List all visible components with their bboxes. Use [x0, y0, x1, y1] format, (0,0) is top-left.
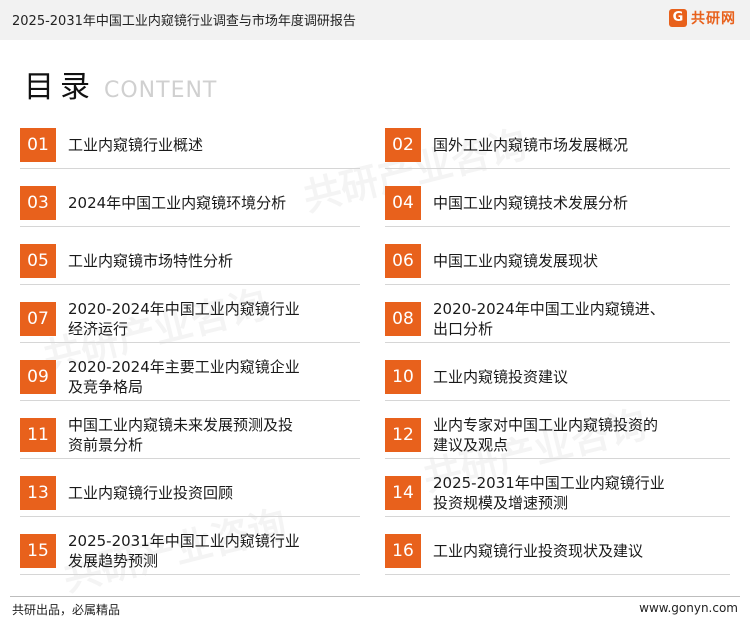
toc-item-divider: [20, 516, 360, 517]
toc-item-label-line: 工业内窥镜行业投资回顾: [68, 484, 234, 502]
toc-item-divider: [20, 400, 360, 401]
toc-item-05[interactable]: 05 工业内窥镜市场特性分析: [20, 242, 360, 285]
toc-item-label-line: 2020-2024年主要工业内窥镜企业: [68, 358, 300, 376]
toc-item-label-line: 2020-2024年中国工业内窥镜进、: [433, 300, 665, 318]
toc-item-12[interactable]: 12 业内专家对中国工业内窥镜投资的 建议及观点: [385, 415, 730, 459]
toc-item-label: 工业内窥镜市场特性分析: [68, 251, 233, 271]
toc-item-number: 02: [385, 128, 421, 162]
page-footer: 共研出品，必属精品 www.gonyn.com: [0, 596, 750, 622]
toc-item-number: 12: [385, 418, 421, 452]
toc-item-divider: [385, 168, 730, 169]
toc-item-divider: [20, 574, 360, 575]
brand-logo: G 共研网: [669, 8, 736, 28]
toc-item-divider: [20, 342, 360, 343]
toc-item-number: 05: [20, 244, 56, 278]
toc-item-label: 国外工业内窥镜市场发展概况: [433, 135, 628, 155]
toc-item-divider: [385, 516, 730, 517]
toc-item-divider: [385, 458, 730, 459]
toc-item-number: 06: [385, 244, 421, 278]
toc-item-label-line: 工业内窥镜行业投资现状及建议: [433, 542, 644, 560]
toc-item-label-line: 2025-2031年中国工业内窥镜行业: [68, 532, 300, 550]
toc-item-label-line: 中国工业内窥镜未来发展预测及投: [68, 416, 294, 434]
toc-item-divider: [20, 226, 360, 227]
toc-item-divider: [385, 574, 730, 575]
toc-item-label-line: 经济运行: [68, 320, 129, 338]
toc-item-02[interactable]: 02 国外工业内窥镜市场发展概况: [385, 126, 730, 169]
toc-item-label-line: 中国工业内窥镜技术发展分析: [433, 194, 629, 212]
logo-mark-icon: G: [669, 9, 687, 27]
toc-item-label-line: 投资规模及增速预测: [433, 494, 569, 512]
toc-item-number: 01: [20, 128, 56, 162]
toc-item-15[interactable]: 15 2025-2031年中国工业内窥镜行业 发展趋势预测: [20, 531, 360, 575]
footer-slogan: 共研出品，必属精品: [12, 603, 121, 617]
toc-item-label: 2025-2031年中国工业内窥镜行业 投资规模及增速预测: [433, 473, 665, 513]
toc-title: 目录: [24, 70, 96, 105]
toc-item-number: 07: [20, 302, 56, 336]
report-title: 2025-2031年中国工业内窥镜行业调查与市场年度调研报告: [12, 14, 356, 29]
toc-item-number: 04: [385, 186, 421, 220]
toc-item-number: 08: [385, 302, 421, 336]
toc-item-label-line: 工业内窥镜市场特性分析: [68, 252, 234, 270]
toc-subtitle: CONTENT: [104, 78, 218, 103]
toc-item-07[interactable]: 07 2020-2024年中国工业内窥镜行业 经济运行: [20, 299, 360, 343]
toc-item-divider: [20, 458, 360, 459]
report-header-bar: 2025-2031年中国工业内窥镜行业调查与市场年度调研报告 G 共研网: [0, 0, 750, 40]
footer-website: www.gonyn.com: [639, 601, 738, 615]
toc-item-label: 工业内窥镜投资建议: [433, 367, 568, 387]
toc-item-label: 工业内窥镜行业概述: [68, 135, 203, 155]
toc-item-number: 09: [20, 360, 56, 394]
toc-item-number: 11: [20, 418, 56, 452]
toc-item-divider: [385, 342, 730, 343]
toc-item-label: 2020-2024年中国工业内窥镜行业 经济运行: [68, 299, 300, 339]
toc-item-label: 中国工业内窥镜发展现状: [433, 251, 598, 271]
toc-item-label: 工业内窥镜行业投资回顾: [68, 483, 233, 503]
toc-item-label-line: 出口分析: [433, 320, 494, 338]
toc-item-number: 10: [385, 360, 421, 394]
toc-item-09[interactable]: 09 2020-2024年主要工业内窥镜企业 及竞争格局: [20, 357, 360, 401]
toc-item-08[interactable]: 08 2020-2024年中国工业内窥镜进、 出口分析: [385, 299, 730, 343]
toc-item-label: 2020-2024年主要工业内窥镜企业 及竞争格局: [68, 357, 300, 397]
toc-item-06[interactable]: 06 中国工业内窥镜发展现状: [385, 242, 730, 285]
toc-item-label-line: 资前景分析: [68, 436, 144, 454]
toc-item-label: 2024年中国工业内窥镜环境分析: [68, 193, 286, 213]
toc-item-03[interactable]: 03 2024年中国工业内窥镜环境分析: [20, 184, 360, 227]
toc-item-16[interactable]: 16 工业内窥镜行业投资现状及建议: [385, 532, 730, 575]
toc-item-label: 中国工业内窥镜未来发展预测及投 资前景分析: [68, 415, 293, 455]
toc-item-divider: [385, 400, 730, 401]
toc-item-label: 业内专家对中国工业内窥镜投资的 建议及观点: [433, 415, 658, 455]
toc-heading: 目录 CONTENT: [24, 62, 217, 106]
toc-item-number: 16: [385, 534, 421, 568]
toc-item-11[interactable]: 11 中国工业内窥镜未来发展预测及投 资前景分析: [20, 415, 360, 459]
toc-item-label-line: 2020-2024年中国工业内窥镜行业: [68, 300, 300, 318]
toc-item-label-line: 工业内窥镜投资建议: [433, 368, 569, 386]
toc-item-13[interactable]: 13 工业内窥镜行业投资回顾: [20, 474, 360, 517]
toc-item-label: 2020-2024年中国工业内窥镜进、 出口分析: [433, 299, 665, 339]
toc-item-label-line: 及竞争格局: [68, 378, 144, 396]
toc-item-number: 03: [20, 186, 56, 220]
toc-item-number: 14: [385, 476, 421, 510]
toc-item-label-line: 工业内窥镜行业概述: [68, 136, 204, 154]
toc-item-divider: [20, 168, 360, 169]
toc-item-04[interactable]: 04 中国工业内窥镜技术发展分析: [385, 184, 730, 227]
toc-item-14[interactable]: 14 2025-2031年中国工业内窥镜行业 投资规模及增速预测: [385, 473, 730, 517]
toc-item-label-line: 中国工业内窥镜发展现状: [433, 252, 599, 270]
toc-item-label-line: 2024年中国工业内窥镜环境分析: [68, 194, 287, 212]
toc-item-divider: [385, 284, 730, 285]
toc-item-label-line: 国外工业内窥镜市场发展概况: [433, 136, 629, 154]
toc-item-label: 中国工业内窥镜技术发展分析: [433, 193, 628, 213]
toc-item-01[interactable]: 01 工业内窥镜行业概述: [20, 126, 360, 169]
toc-item-label-line: 2025-2031年中国工业内窥镜行业: [433, 474, 665, 492]
toc-item-label-line: 业内专家对中国工业内窥镜投资的: [433, 416, 659, 434]
toc-item-number: 15: [20, 534, 56, 568]
toc-item-label: 工业内窥镜行业投资现状及建议: [433, 541, 643, 561]
toc-item-divider: [20, 284, 360, 285]
toc-item-10[interactable]: 10 工业内窥镜投资建议: [385, 358, 730, 401]
toc-item-divider: [385, 226, 730, 227]
logo-text: 共研网: [691, 11, 736, 27]
footer-divider: [10, 596, 740, 597]
toc-item-number: 13: [20, 476, 56, 510]
toc-item-label-line: 建议及观点: [433, 436, 509, 454]
toc-item-label: 2025-2031年中国工业内窥镜行业 发展趋势预测: [68, 531, 300, 571]
toc-item-label-line: 发展趋势预测: [68, 552, 159, 570]
